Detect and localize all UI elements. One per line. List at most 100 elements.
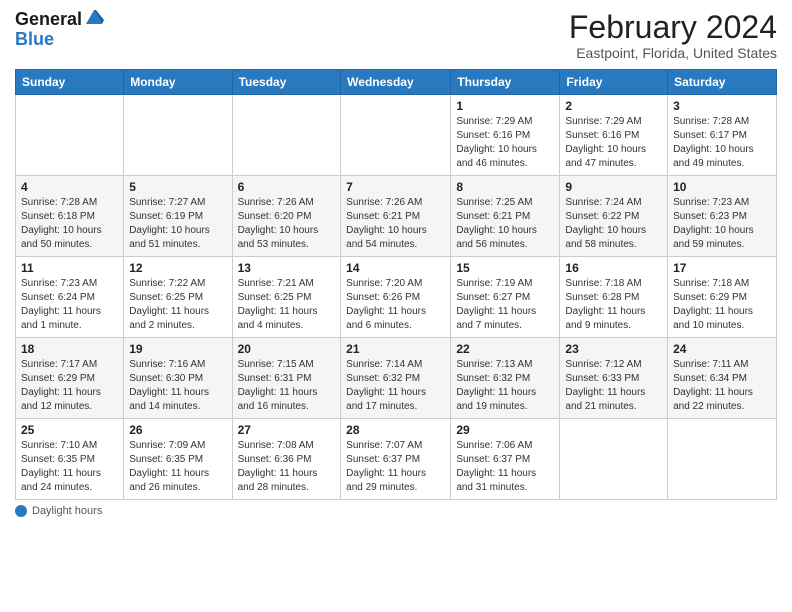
day-number: 28 xyxy=(346,423,445,437)
day-number: 13 xyxy=(238,261,336,275)
day-info: Sunrise: 7:26 AM Sunset: 6:20 PM Dayligh… xyxy=(238,196,336,252)
day-number: 1 xyxy=(456,99,554,113)
calendar-cell: 3 Sunrise: 7:28 AM Sunset: 6:17 PM Daylig… xyxy=(668,95,777,176)
day-info: Sunrise: 7:18 AM Sunset: 6:28 PM Dayligh… xyxy=(565,277,662,333)
day-info: Sunrise: 7:15 AM Sunset: 6:31 PM Dayligh… xyxy=(238,358,336,414)
calendar-cell xyxy=(124,95,232,176)
calendar-cell: 10Sunrise: 7:23 AM Sunset: 6:23 PM Dayli… xyxy=(668,176,777,257)
day-info: Sunrise: 7:21 AM Sunset: 6:25 PM Dayligh… xyxy=(238,277,336,333)
day-info: Sunrise: 7:25 AM Sunset: 6:21 PM Dayligh… xyxy=(456,196,554,252)
day-number: 10 xyxy=(673,180,771,194)
day-info: Sunrise: 7:13 AM Sunset: 6:32 PM Dayligh… xyxy=(456,358,554,414)
footer: Daylight hours xyxy=(15,505,777,517)
calendar-cell: 26 Sunrise: 7:09 AM Sunset: 6:35 PM Dayli… xyxy=(124,419,232,500)
day-number: 18 xyxy=(21,342,118,356)
calendar-dow-thursday: Thursday xyxy=(451,70,560,95)
calendar-dow-saturday: Saturday xyxy=(668,70,777,95)
day-number: 17 xyxy=(673,261,771,275)
day-number: 19 xyxy=(129,342,226,356)
calendar-cell: 21Sunrise: 7:14 AM Sunset: 6:32 PM Dayli… xyxy=(341,338,451,419)
subtitle: Eastpoint, Florida, United States xyxy=(569,45,777,61)
day-number: 22 xyxy=(456,342,554,356)
main-title: February 2024 xyxy=(569,10,777,45)
calendar-week-1: 4Sunrise: 7:28 AM Sunset: 6:18 PM Daylig… xyxy=(16,176,777,257)
calendar-cell: 19Sunrise: 7:16 AM Sunset: 6:30 PM Dayli… xyxy=(124,338,232,419)
footer-label: Daylight hours xyxy=(32,505,102,517)
footer-dot xyxy=(15,505,27,517)
calendar-dow-tuesday: Tuesday xyxy=(232,70,341,95)
day-number: 23 xyxy=(565,342,662,356)
header: General Blue February 2024 Eastpoint, Fl… xyxy=(15,10,777,61)
calendar-cell xyxy=(16,95,124,176)
day-number: 27 xyxy=(238,423,336,437)
calendar-cell: 20 Sunrise: 7:15 AM Sunset: 6:31 PM Dayli… xyxy=(232,338,341,419)
calendar-cell: 13 Sunrise: 7:21 AM Sunset: 6:25 PM Dayli… xyxy=(232,257,341,338)
day-info: Sunrise: 7:17 AM Sunset: 6:29 PM Dayligh… xyxy=(21,358,118,414)
calendar-dow-sunday: Sunday xyxy=(16,70,124,95)
calendar-cell xyxy=(341,95,451,176)
day-info: Sunrise: 7:11 AM Sunset: 6:34 PM Dayligh… xyxy=(673,358,771,414)
day-number: 7 xyxy=(346,180,445,194)
calendar-cell: 4Sunrise: 7:28 AM Sunset: 6:18 PM Daylig… xyxy=(16,176,124,257)
day-number: 20 xyxy=(238,342,336,356)
calendar-cell: 1 Sunrise: 7:29 AM Sunset: 6:16 PM Daylig… xyxy=(451,95,560,176)
day-info: Sunrise: 7:26 AM Sunset: 6:21 PM Dayligh… xyxy=(346,196,445,252)
calendar-cell: 16 Sunrise: 7:18 AM Sunset: 6:28 PM Dayli… xyxy=(560,257,668,338)
logo: General Blue xyxy=(15,10,104,50)
calendar-cell: 9Sunrise: 7:24 AM Sunset: 6:22 PM Daylig… xyxy=(560,176,668,257)
day-info: Sunrise: 7:12 AM Sunset: 6:33 PM Dayligh… xyxy=(565,358,662,414)
day-number: 24 xyxy=(673,342,771,356)
day-number: 14 xyxy=(346,261,445,275)
day-number: 16 xyxy=(565,261,662,275)
day-info: Sunrise: 7:24 AM Sunset: 6:22 PM Dayligh… xyxy=(565,196,662,252)
day-number: 5 xyxy=(129,180,226,194)
calendar-cell: 27 Sunrise: 7:08 AM Sunset: 6:36 PM Dayli… xyxy=(232,419,341,500)
day-number: 21 xyxy=(346,342,445,356)
day-number: 12 xyxy=(129,261,226,275)
day-number: 3 xyxy=(673,99,771,113)
day-info: Sunrise: 7:27 AM Sunset: 6:19 PM Dayligh… xyxy=(129,196,226,252)
calendar-cell xyxy=(668,419,777,500)
day-number: 29 xyxy=(456,423,554,437)
day-info: Sunrise: 7:09 AM Sunset: 6:35 PM Dayligh… xyxy=(129,439,226,495)
calendar-cell: 23 Sunrise: 7:12 AM Sunset: 6:33 PM Dayli… xyxy=(560,338,668,419)
calendar-cell: 18 Sunrise: 7:17 AM Sunset: 6:29 PM Dayli… xyxy=(16,338,124,419)
calendar-cell: 5 Sunrise: 7:27 AM Sunset: 6:19 PM Daylig… xyxy=(124,176,232,257)
day-info: Sunrise: 7:28 AM Sunset: 6:17 PM Dayligh… xyxy=(673,115,771,171)
day-info: Sunrise: 7:28 AM Sunset: 6:18 PM Dayligh… xyxy=(21,196,118,252)
day-number: 25 xyxy=(21,423,118,437)
calendar-cell: 28 Sunrise: 7:07 AM Sunset: 6:37 PM Dayli… xyxy=(341,419,451,500)
calendar-cell: 2Sunrise: 7:29 AM Sunset: 6:16 PM Daylig… xyxy=(560,95,668,176)
day-number: 8 xyxy=(456,180,554,194)
calendar-dow-wednesday: Wednesday xyxy=(341,70,451,95)
day-number: 2 xyxy=(565,99,662,113)
day-info: Sunrise: 7:18 AM Sunset: 6:29 PM Dayligh… xyxy=(673,277,771,333)
calendar-week-4: 25 Sunrise: 7:10 AM Sunset: 6:35 PM Dayli… xyxy=(16,419,777,500)
logo-text-blue: Blue xyxy=(15,30,104,50)
calendar-cell: 8 Sunrise: 7:25 AM Sunset: 6:21 PM Daylig… xyxy=(451,176,560,257)
day-info: Sunrise: 7:08 AM Sunset: 6:36 PM Dayligh… xyxy=(238,439,336,495)
calendar-cell xyxy=(232,95,341,176)
page: General Blue February 2024 Eastpoint, Fl… xyxy=(0,0,792,612)
calendar-cell xyxy=(560,419,668,500)
day-info: Sunrise: 7:29 AM Sunset: 6:16 PM Dayligh… xyxy=(456,115,554,171)
logo-text-general: General xyxy=(15,10,82,30)
calendar-cell: 25 Sunrise: 7:10 AM Sunset: 6:35 PM Dayli… xyxy=(16,419,124,500)
calendar-cell: 24 Sunrise: 7:11 AM Sunset: 6:34 PM Dayli… xyxy=(668,338,777,419)
day-info: Sunrise: 7:19 AM Sunset: 6:27 PM Dayligh… xyxy=(456,277,554,333)
day-number: 26 xyxy=(129,423,226,437)
calendar-cell: 11Sunrise: 7:23 AM Sunset: 6:24 PM Dayli… xyxy=(16,257,124,338)
calendar: SundayMondayTuesdayWednesdayThursdayFrid… xyxy=(15,69,777,500)
day-number: 15 xyxy=(456,261,554,275)
calendar-cell: 17 Sunrise: 7:18 AM Sunset: 6:29 PM Dayli… xyxy=(668,257,777,338)
day-info: Sunrise: 7:22 AM Sunset: 6:25 PM Dayligh… xyxy=(129,277,226,333)
day-info: Sunrise: 7:07 AM Sunset: 6:37 PM Dayligh… xyxy=(346,439,445,495)
calendar-cell: 6Sunrise: 7:26 AM Sunset: 6:20 PM Daylig… xyxy=(232,176,341,257)
calendar-cell: 12 Sunrise: 7:22 AM Sunset: 6:25 PM Dayli… xyxy=(124,257,232,338)
day-info: Sunrise: 7:20 AM Sunset: 6:26 PM Dayligh… xyxy=(346,277,445,333)
calendar-dow-friday: Friday xyxy=(560,70,668,95)
title-block: February 2024 Eastpoint, Florida, United… xyxy=(569,10,777,61)
day-info: Sunrise: 7:10 AM Sunset: 6:35 PM Dayligh… xyxy=(21,439,118,495)
calendar-week-2: 11Sunrise: 7:23 AM Sunset: 6:24 PM Dayli… xyxy=(16,257,777,338)
day-number: 11 xyxy=(21,261,118,275)
